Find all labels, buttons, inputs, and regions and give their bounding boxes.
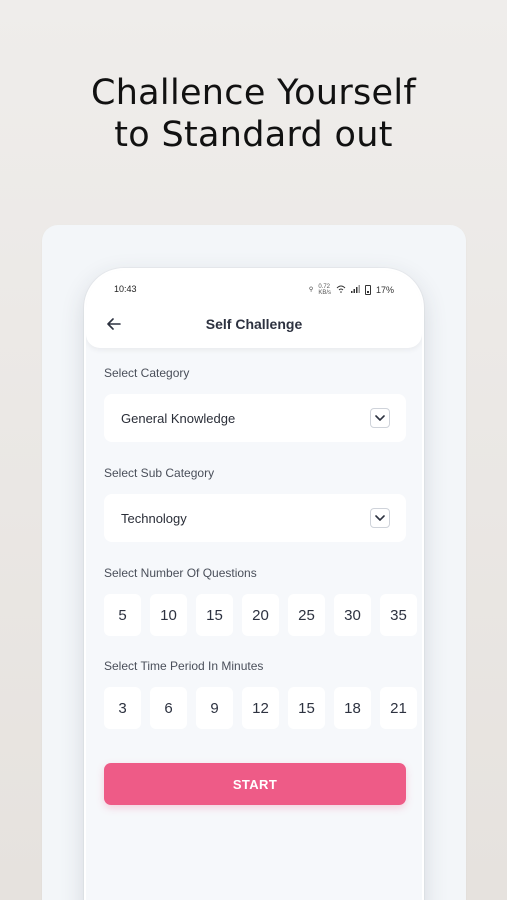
signal-icon xyxy=(350,285,360,295)
question-count-option[interactable]: 10 xyxy=(150,594,187,636)
time-period-option[interactable]: 12 xyxy=(242,687,279,729)
sub-category-dropdown[interactable]: Technology xyxy=(104,494,406,542)
category-value: General Knowledge xyxy=(121,410,236,426)
time-period-options: 3 6 9 12 15 18 21 xyxy=(104,687,422,731)
network-speed: 0.72 KB/s xyxy=(318,284,331,296)
start-button[interactable]: START xyxy=(104,763,406,805)
question-count-option[interactable]: 30 xyxy=(334,594,371,636)
time-period-label: Select Time Period In Minutes xyxy=(104,659,264,673)
status-time: 10:43 xyxy=(114,284,137,294)
battery-icon xyxy=(364,285,371,295)
battery-level: 17% xyxy=(375,285,394,295)
time-period-option[interactable]: 3 xyxy=(104,687,141,729)
question-count-option[interactable]: 5 xyxy=(104,594,141,636)
app-bar: 10:43 ⚲ 0.72 KB/s 17% Self Challenge xyxy=(86,270,422,348)
question-count-option[interactable]: 20 xyxy=(242,594,279,636)
question-count-option[interactable]: 25 xyxy=(288,594,325,636)
sub-category-value: Technology xyxy=(121,510,187,526)
sub-category-label: Select Sub Category xyxy=(104,466,215,480)
headline: Challence Yourself to Standard out xyxy=(0,72,507,156)
wifi-icon xyxy=(336,285,346,295)
time-period-option[interactable]: 18 xyxy=(334,687,371,729)
time-period-option[interactable]: 15 xyxy=(288,687,325,729)
question-count-option[interactable]: 35 xyxy=(380,594,417,636)
time-period-option[interactable]: 9 xyxy=(196,687,233,729)
time-period-option[interactable]: 6 xyxy=(150,687,187,729)
time-period-option[interactable]: 21 xyxy=(380,687,417,729)
volte-icon: ⚲ xyxy=(308,287,314,293)
chevron-down-icon xyxy=(370,508,390,528)
status-icons: ⚲ 0.72 KB/s 17% xyxy=(309,284,394,296)
questions-label: Select Number Of Questions xyxy=(104,566,257,580)
question-count-option[interactable]: 15 xyxy=(196,594,233,636)
headline-line-1: Challence Yourself xyxy=(90,73,417,113)
page-title: Self Challenge xyxy=(205,316,303,332)
questions-options: 5 10 15 20 25 30 35 xyxy=(104,594,422,638)
phone-screen: 10:43 ⚲ 0.72 KB/s 17% Self Challenge Sel… xyxy=(84,268,424,900)
headline-line-2: to Standard out xyxy=(114,115,393,155)
chevron-down-icon xyxy=(370,408,390,428)
category-label: Select Category xyxy=(104,366,190,380)
category-dropdown[interactable]: General Knowledge xyxy=(104,394,406,442)
